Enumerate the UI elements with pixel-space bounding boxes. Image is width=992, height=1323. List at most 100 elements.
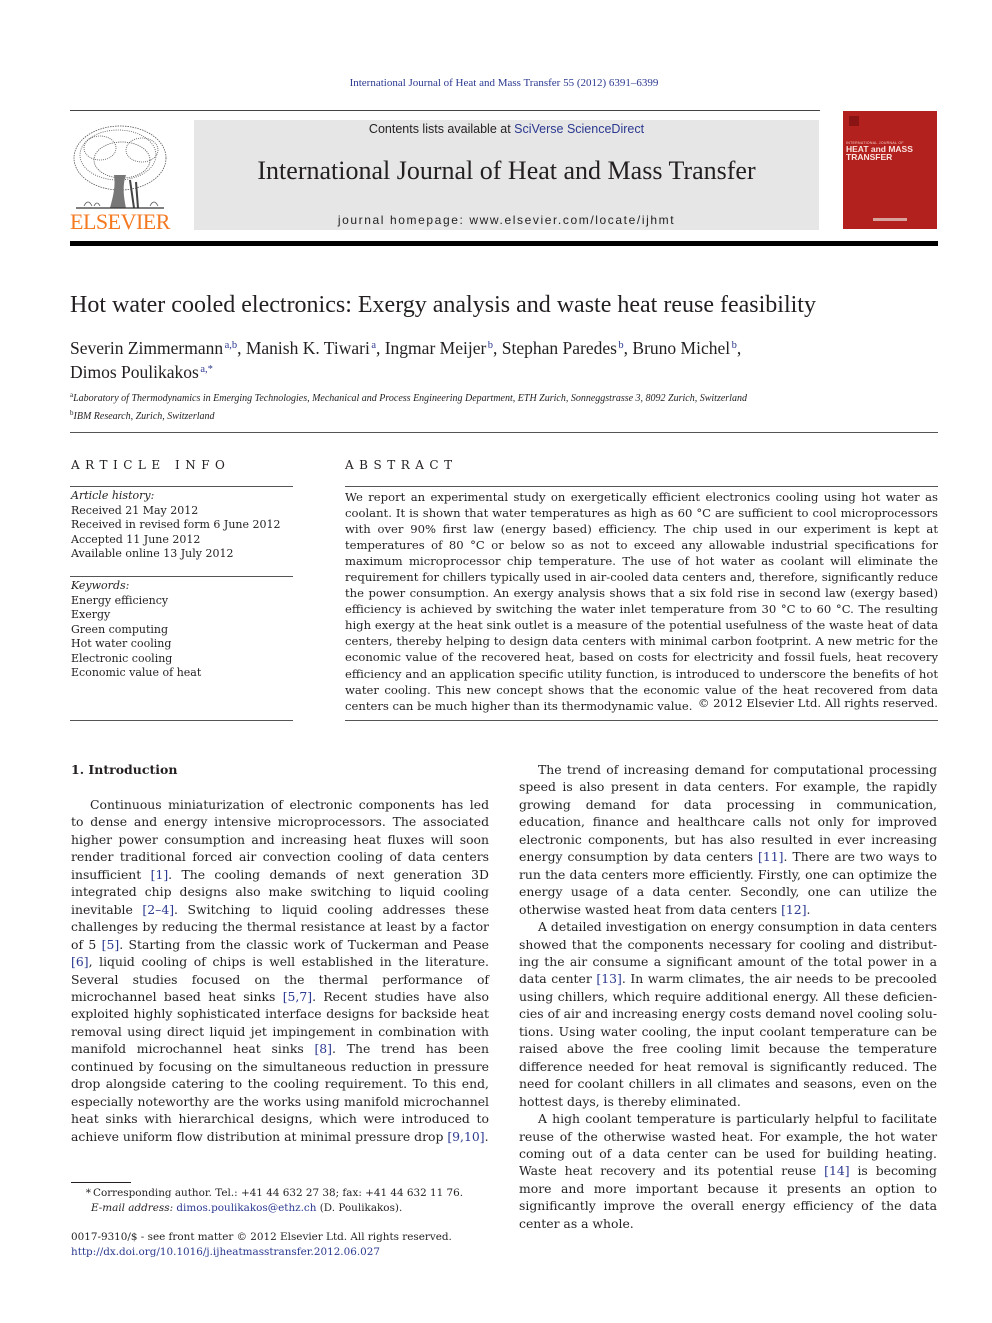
journal-cover-thumbnail[interactable]: INTERNATIONAL JOURNAL OF HEAT and MASS TR…: [843, 111, 937, 229]
body-text: .: [484, 1128, 489, 1144]
footnote-star: *: [85, 1187, 91, 1199]
divider: [345, 486, 938, 487]
body-text: . Starting from the classic work of Tuck…: [119, 936, 489, 952]
body-paragraph: A high coolant temperature is particular…: [519, 1110, 937, 1232]
citation-link[interactable]: [6]: [71, 954, 89, 969]
elsevier-wordmark: ELSEVIER: [70, 209, 170, 234]
citation-link[interactable]: [1]: [151, 867, 169, 882]
history-label: Article history:: [71, 489, 155, 502]
article-history: Article history: Received 21 May 2012 Re…: [71, 489, 296, 562]
divider: [70, 576, 293, 577]
affiliation-text: Laboratory of Thermodynamics in Emerging…: [73, 393, 747, 404]
email-suffix: (D. Poulikakos).: [316, 1202, 403, 1214]
author-separator: ,: [736, 338, 742, 358]
contents-availability: Contents lists available at SciVerse Sci…: [194, 122, 819, 136]
article-info-heading: ARTICLE INFO: [71, 458, 231, 472]
abstract-body: We report an experimental study on exerg…: [345, 490, 938, 713]
running-head-citation[interactable]: International Journal of Heat and Mass T…: [0, 77, 992, 89]
keywords-label: Keywords:: [71, 579, 130, 592]
affiliation: bIBM Research, Zurich, Switzerland: [70, 406, 940, 424]
issn-block: 0017-9310/$ - see front matter © 2012 El…: [71, 1230, 491, 1260]
corresponding-author-contact: Corresponding author. Tel.: +41 44 632 2…: [93, 1187, 464, 1199]
homepage-url-link[interactable]: www.elsevier.com/locate/ijhmt: [469, 213, 675, 227]
citation-link[interactable]: [11]: [758, 849, 783, 864]
author-separator: ,: [237, 338, 246, 358]
keyword: Hot water cooling: [71, 637, 172, 650]
citation-link[interactable]: [5,7]: [283, 989, 312, 1004]
author: Stephan Paredes b,: [502, 338, 633, 358]
author-name: Severin Zimmermann: [70, 338, 224, 358]
divider: [70, 486, 293, 487]
cover-title: HEAT and MASS TRANSFER: [846, 145, 913, 162]
abstract-copyright: © 2012 Elsevier Ltd. All rights reserved…: [697, 696, 938, 710]
contents-prefix: Contents lists available at: [368, 122, 515, 136]
journal-homepage: journal homepage: www.elsevier.com/locat…: [194, 213, 819, 227]
keyword: Green computing: [71, 622, 169, 636]
author: Ingmar Meijer b,: [385, 338, 502, 358]
journal-title: International Journal of Heat and Mass T…: [257, 156, 756, 185]
footnote-line: * Corresponding author. Tel.: +41 44 632 …: [71, 1186, 491, 1201]
author: Severin Zimmermann a,b,: [70, 338, 246, 358]
abstract-heading: ABSTRACT: [345, 458, 458, 472]
header-thick-rule: [70, 241, 938, 246]
section-heading-introduction: 1. Introduction: [71, 762, 178, 777]
journal-banner: Contents lists available at SciVerse Sci…: [194, 120, 819, 230]
divider: [345, 720, 938, 721]
email-label: E-mail address:: [91, 1202, 174, 1214]
author-name: Stephan Paredes: [501, 338, 617, 358]
issn-line: 0017-9310/$ - see front matter © 2012 El…: [71, 1231, 452, 1243]
citation-link[interactable]: [12]: [781, 902, 806, 917]
body-column-left: Continuous miniaturization of electronic…: [71, 796, 489, 1145]
keyword: Exergy: [71, 608, 111, 621]
homepage-label: journal homepage:: [337, 213, 470, 227]
body-text: . In warm climates, the air needs to be …: [519, 971, 937, 1109]
author-list: Severin Zimmermann a,b, Manish K. Tiwari…: [70, 335, 930, 383]
author-name: Bruno Michel: [632, 338, 731, 358]
corresponding-author-footnote: * Corresponding author. Tel.: +41 44 632 …: [71, 1186, 491, 1216]
history-item: Accepted 11 June 2012: [71, 532, 201, 546]
body-text: .: [806, 901, 811, 917]
keywords: Keywords: Energy efficiency Exergy Green…: [71, 579, 296, 681]
history-item: Available online 13 July 2012: [71, 547, 234, 560]
author: Bruno Michel b,: [632, 338, 741, 358]
author: Manish K. Tiwari a,: [246, 338, 385, 358]
citation-link[interactable]: [14]: [824, 1163, 849, 1178]
divider: [70, 432, 938, 433]
cover-title-line-2: TRANSFER: [846, 152, 893, 162]
author-name: Dimos Poulikakos: [70, 362, 199, 382]
citation-link[interactable]: [5]: [102, 937, 120, 952]
affiliation-text: IBM Research, Zurich, Switzerland: [73, 411, 215, 422]
author-separator: ,: [375, 338, 385, 358]
author-affiliation-link[interactable]: a,b: [225, 340, 238, 351]
footnote-email-line: E-mail address: dimos.poulikakos@ethz.ch…: [71, 1201, 491, 1216]
author: Dimos Poulikakos a,*: [70, 362, 213, 382]
footnote-rule: [71, 1182, 131, 1183]
author-email-link[interactable]: dimos.poulikakos@ethz.ch: [176, 1202, 316, 1214]
citation-link[interactable]: [2–4]: [142, 902, 174, 917]
author-name: Manish K. Tiwari: [245, 338, 370, 358]
keyword: Energy efficiency: [71, 593, 169, 607]
keyword: Electronic cooling: [71, 651, 173, 665]
citation-link[interactable]: [8]: [314, 1041, 332, 1056]
author-affiliation-link[interactable]: a,*: [200, 364, 213, 375]
doi-link[interactable]: http://dx.doi.org/10.1016/j.ijheatmasstr…: [71, 1245, 491, 1260]
body-paragraph: The trend of increasing demand for compu…: [519, 761, 937, 918]
affiliation-list: aLaboratory of Thermodynamics in Emergin…: [70, 388, 940, 424]
author-separator: ,: [493, 338, 502, 358]
article-title: Hot water cooled electronics: Exergy ana…: [70, 292, 816, 318]
header-rule: [70, 110, 820, 111]
affiliation: aLaboratory of Thermodynamics in Emergin…: [70, 388, 940, 406]
body-column-right: The trend of increasing demand for compu…: [519, 761, 937, 1232]
history-item: Received in revised form 6 June 2012: [71, 518, 281, 531]
body-text: . The trend has been continued by focusi…: [71, 1041, 489, 1144]
body-paragraph: Continuous miniaturization of electronic…: [71, 796, 489, 1145]
divider: [70, 720, 293, 721]
author-name: Ingmar Meijer: [384, 338, 487, 358]
cover-publisher-logo-icon: [849, 116, 859, 126]
body-paragraph: A detailed investigation on energy consu…: [519, 918, 937, 1110]
sciencedirect-link[interactable]: SciVerse ScienceDirect: [514, 122, 644, 136]
keyword: Economic value of heat: [71, 666, 202, 679]
citation-link[interactable]: [13]: [596, 971, 621, 986]
history-item: Received 21 May 2012: [71, 503, 199, 517]
citation-link[interactable]: [9,10]: [447, 1129, 484, 1144]
